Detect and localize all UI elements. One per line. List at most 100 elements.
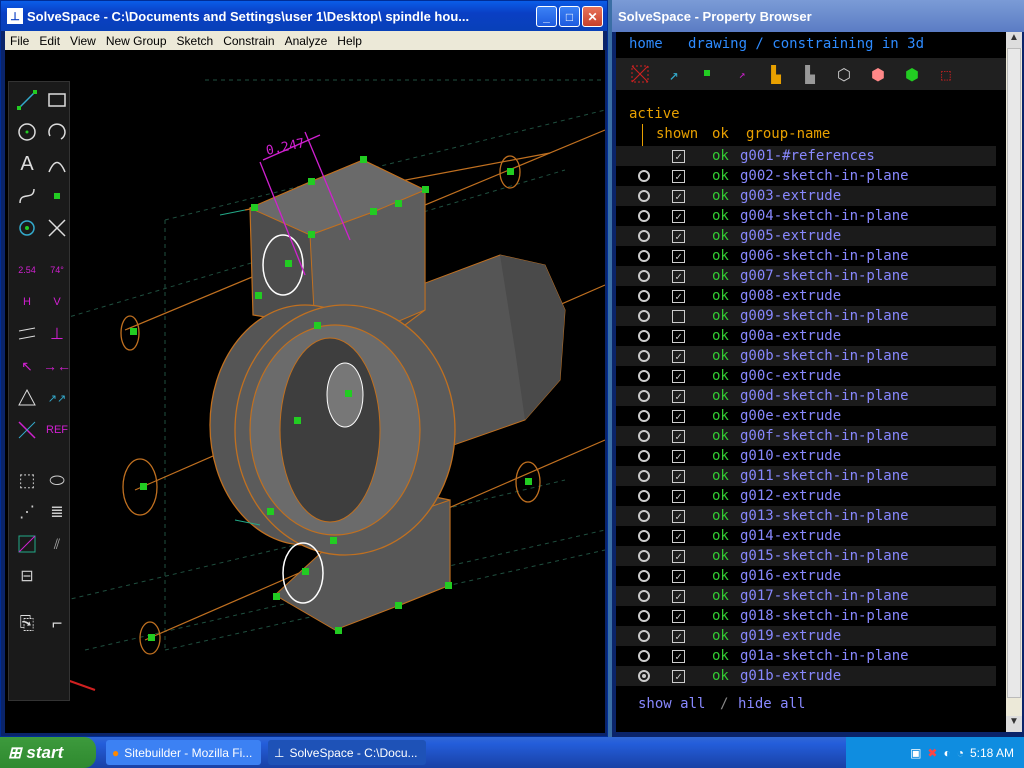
edges-toggle-icon[interactable]: ⬡ — [830, 61, 858, 87]
clock[interactable]: 5:18 AM — [970, 746, 1014, 760]
network-icon[interactable]: ▣ — [910, 746, 921, 760]
taskbar-item-solvespace[interactable]: ⊥ SolveSpace - C:\Docu... — [268, 740, 426, 765]
browser-header[interactable]: home drawing / constraining in 3d — [629, 36, 924, 52]
constraints-toggle-icon[interactable]: ↗ — [728, 61, 756, 87]
group-row[interactable]: ✓ ok g007-sketch-in-plane — [616, 266, 996, 286]
shown-checkbox[interactable]: ✓ — [672, 449, 685, 463]
equal-constraint-icon[interactable] — [14, 385, 40, 411]
group-name-link[interactable]: g018-sketch-in-plane — [740, 608, 909, 624]
group-name-link[interactable]: g007-sketch-in-plane — [740, 268, 909, 284]
vertical-constraint-icon[interactable]: V — [44, 289, 70, 315]
group-name-link[interactable]: g003-extrude — [740, 188, 841, 204]
active-group-radio[interactable] — [638, 450, 650, 462]
group-row[interactable]: ✓ ok g017-sketch-in-plane — [616, 586, 996, 606]
active-group-radio[interactable] — [638, 310, 650, 322]
distance-constraint-icon[interactable]: 2.54 — [14, 257, 40, 283]
active-group-radio[interactable] — [638, 410, 650, 422]
close-button[interactable]: ✕ — [582, 6, 603, 27]
group-name-link[interactable]: g002-sketch-in-plane — [740, 168, 909, 184]
shown-checkbox[interactable]: ✓ — [672, 609, 685, 623]
shown-checkbox[interactable]: ✓ — [672, 209, 685, 223]
line-tool-icon[interactable] — [14, 87, 40, 113]
group-name-link[interactable]: g001-#references — [740, 148, 875, 164]
point-tool-icon[interactable] — [44, 183, 70, 209]
shown-checkbox[interactable]: ✓ — [672, 469, 685, 483]
dimension-label[interactable]: 0.247 — [265, 136, 306, 159]
shown-checkbox[interactable]: ✓ — [672, 329, 685, 343]
security-icon[interactable]: ✖ — [927, 746, 937, 760]
group-name-link[interactable]: g009-sketch-in-plane — [740, 308, 909, 324]
shown-checkbox[interactable]: ✓ — [672, 589, 685, 603]
sketch-in-plane-icon[interactable]: ⌐ — [44, 610, 70, 636]
workplane-tool-icon[interactable] — [14, 215, 40, 241]
group-name-link[interactable]: g005-extrude — [740, 228, 841, 244]
group-row[interactable]: ✓ ok g013-sketch-in-plane — [616, 506, 996, 526]
group-row[interactable]: ✓ ok g002-sketch-in-plane — [616, 166, 996, 186]
shown-checkbox[interactable]: ✓ — [672, 269, 685, 283]
shown-checkbox[interactable]: ✓ — [672, 549, 685, 563]
hide-all-link[interactable]: hide all — [738, 696, 805, 712]
property-browser-titlebar[interactable]: SolveSpace - Property Browser — [612, 0, 1024, 32]
model-drawing[interactable]: 0.247 — [5, 50, 605, 733]
workplanes-toggle-icon[interactable] — [626, 61, 654, 87]
group-row[interactable]: ✓ ok g004-sketch-in-plane — [616, 206, 996, 226]
menu-analyze[interactable]: Analyze — [280, 34, 333, 48]
shown-checkbox[interactable]: ✓ — [672, 229, 685, 243]
rectangle-tool-icon[interactable] — [44, 87, 70, 113]
group-row[interactable]: ✓ ok g01b-extrude — [616, 666, 996, 686]
active-group-radio[interactable] — [638, 670, 650, 682]
circle-tool-icon[interactable] — [14, 119, 40, 145]
normals-toggle-icon[interactable]: ↗ — [660, 61, 688, 87]
group-row[interactable]: ✓ ok g008-extrude — [616, 286, 996, 306]
active-group-radio[interactable] — [638, 250, 650, 262]
group-name-link[interactable]: g015-sketch-in-plane — [740, 548, 909, 564]
group-name-link[interactable]: g016-extrude — [740, 568, 841, 584]
menu-new-group[interactable]: New Group — [101, 34, 172, 48]
shown-checkbox[interactable]: ✓ — [672, 429, 685, 443]
outlines-toggle-icon[interactable]: ⬢ — [864, 61, 892, 87]
active-group-radio[interactable] — [638, 470, 650, 482]
reference-toggle-icon[interactable]: REF — [44, 417, 70, 443]
horizontal-constraint-icon[interactable]: H — [14, 289, 40, 315]
active-group-radio[interactable] — [638, 650, 650, 662]
import-icon[interactable]: ⊟ — [14, 563, 40, 589]
group-name-link[interactable]: g013-sketch-in-plane — [740, 508, 909, 524]
group-name-link[interactable]: g00a-extrude — [740, 328, 841, 344]
group-row[interactable]: ✓ ok g012-extrude — [616, 486, 996, 506]
shown-checkbox[interactable]: ✓ — [672, 149, 685, 163]
group-row[interactable]: ✓ ok g00f-sketch-in-plane — [616, 426, 996, 446]
group-name-link[interactable]: g00d-sketch-in-plane — [740, 388, 909, 404]
shown-checkbox[interactable]: ✓ — [672, 489, 685, 503]
text-tool-icon[interactable]: A — [14, 151, 40, 177]
active-group-radio[interactable] — [638, 430, 650, 442]
active-group-radio[interactable] — [638, 550, 650, 562]
shown-checkbox[interactable]: ✓ — [672, 649, 685, 663]
group-name-link[interactable]: g017-sketch-in-plane — [740, 588, 909, 604]
group-row[interactable]: ✓ ok g01a-sketch-in-plane — [616, 646, 996, 666]
shown-checkbox[interactable]: ✓ — [672, 369, 685, 383]
bezier-tool-icon[interactable] — [14, 183, 40, 209]
scroll-down-arrow[interactable]: ▼ — [1006, 716, 1022, 732]
shown-checkbox[interactable]: ✓ — [672, 289, 685, 303]
group-name-link[interactable]: g019-extrude — [740, 628, 841, 644]
group-name-link[interactable]: g00e-extrude — [740, 408, 841, 424]
scroll-thumb[interactable] — [1007, 48, 1021, 698]
group-row[interactable]: ✓ ok g010-extrude — [616, 446, 996, 466]
tangent-arc-tool-icon[interactable] — [44, 151, 70, 177]
shown-checkbox[interactable]: ✓ — [672, 669, 685, 683]
shown-checkbox[interactable]: ✓ — [672, 249, 685, 263]
hidden-lines-toggle-icon[interactable]: ⬚ — [932, 61, 960, 87]
active-group-radio[interactable] — [638, 350, 650, 362]
group-row[interactable]: ✓ ok g00b-sketch-in-plane — [616, 346, 996, 366]
on-point-constraint-icon[interactable]: ↖ — [14, 353, 40, 379]
menu-view[interactable]: View — [65, 34, 101, 48]
active-group-radio[interactable] — [638, 570, 650, 582]
volume-icon[interactable]: ◐ — [943, 746, 950, 760]
active-group-radio[interactable] — [638, 370, 650, 382]
shown-checkbox[interactable]: ✓ — [672, 349, 685, 363]
group-row[interactable]: ✓ ok g018-sketch-in-plane — [616, 606, 996, 626]
group-row[interactable]: ✓ ok g003-extrude — [616, 186, 996, 206]
arc-tool-icon[interactable] — [44, 119, 70, 145]
other-constraint-icon[interactable] — [14, 417, 40, 443]
shown-checkbox[interactable]: ✓ — [672, 169, 685, 183]
